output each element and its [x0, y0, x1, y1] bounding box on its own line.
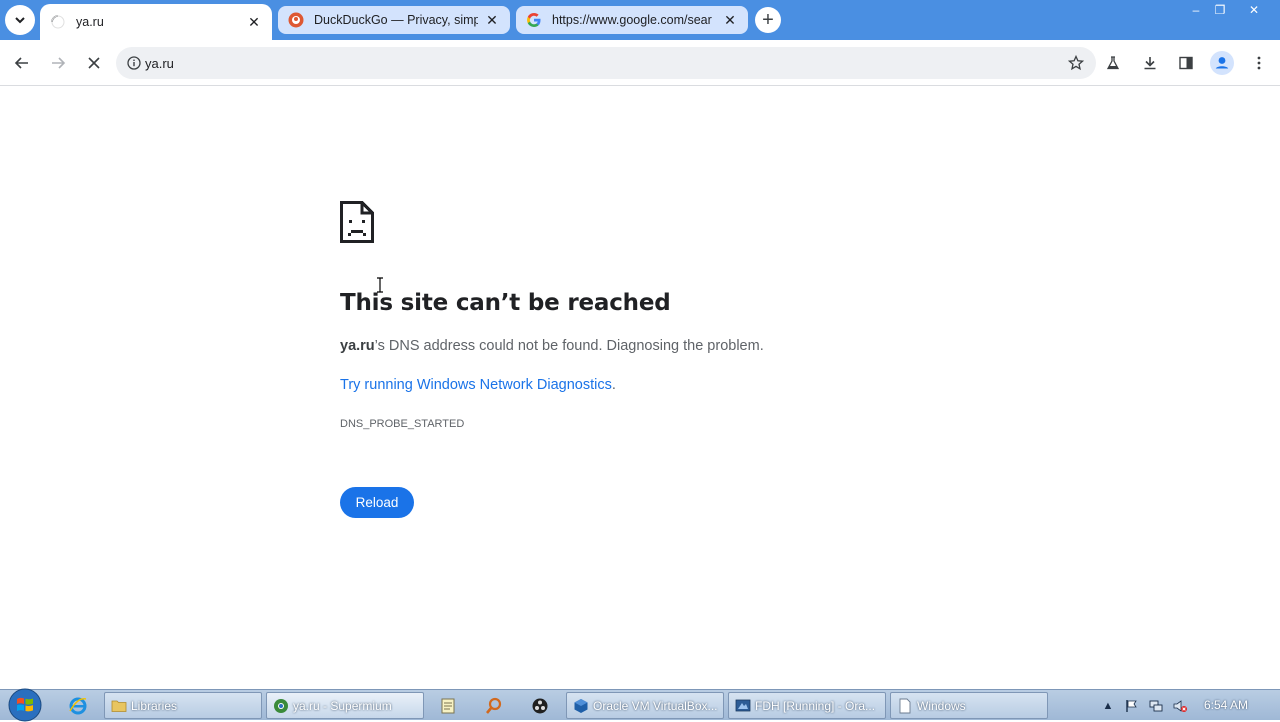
loading-spinner-icon: [50, 14, 66, 30]
taskbar-item-label: FDH [Running] - Ora...: [755, 698, 876, 713]
taskbar-item-fdh-vm[interactable]: FDH [Running] - Ora...: [728, 692, 886, 719]
arrow-left-icon: [14, 57, 28, 69]
error-description-text: ’s DNS address could not be found. Diagn…: [374, 338, 764, 354]
windows-taskbar: Libraries ya.ru - Supermium Oracle VM Vi…: [0, 688, 1280, 722]
taskbar-item-windows[interactable]: Windows: [890, 692, 1048, 719]
menu-button[interactable]: [1245, 49, 1273, 77]
document-icon: [899, 698, 911, 713]
search-tool-icon[interactable]: [482, 694, 506, 718]
tab-title: DuckDuckGo — Privacy, simpl: [314, 13, 478, 27]
taskbar-item-virtualbox[interactable]: Oracle VM VirtualBox...: [566, 692, 724, 719]
taskbar-item-label: Windows: [917, 698, 966, 713]
folder-icon: [111, 700, 127, 712]
avatar-icon: [1210, 51, 1234, 75]
star-icon: [1068, 55, 1084, 71]
taskbar-item-label: Libraries: [131, 698, 178, 713]
duckduckgo-icon: [288, 12, 304, 28]
network-diagnostics-link[interactable]: Try running Windows Network Diagnostics: [340, 377, 612, 393]
address-bar[interactable]: ya.ru: [116, 47, 1096, 79]
windows-logo-icon: [8, 688, 42, 722]
internet-explorer-icon[interactable]: [66, 694, 90, 718]
virtualbox-icon: [574, 698, 588, 713]
taskbar-item-supermium[interactable]: ya.ru - Supermium: [266, 692, 424, 719]
error-host: ya.ru: [340, 338, 375, 354]
taskbar-item-libraries[interactable]: Libraries: [104, 692, 262, 719]
action-center-flag-icon[interactable]: [1124, 698, 1140, 714]
supermium-icon: [274, 698, 288, 713]
forward-button[interactable]: [44, 49, 72, 77]
tab-search-button[interactable]: [5, 5, 35, 35]
arrow-right-icon: [52, 57, 66, 69]
side-panel-button[interactable]: [1172, 49, 1200, 77]
taskbar-clock[interactable]: 6:54 AM: [1204, 698, 1248, 712]
tab-strip: ya.ru ✕ DuckDuckGo — Privacy, simpl ✕ ht…: [0, 0, 1280, 40]
start-button[interactable]: [5, 688, 45, 722]
tab-close-icon[interactable]: ✕: [484, 12, 500, 28]
tab-active[interactable]: ya.ru ✕: [40, 4, 272, 40]
close-window-button[interactable]: ✕: [1240, 0, 1268, 20]
downloads-button[interactable]: [1136, 49, 1164, 77]
download-icon: [1144, 57, 1156, 70]
browser-toolbar: ya.ru: [0, 40, 1280, 86]
diagnostics-link-suffix: .: [611, 377, 616, 393]
show-hidden-icons-icon[interactable]: ▲: [1100, 698, 1116, 714]
vm-running-icon: [735, 699, 751, 711]
info-icon[interactable]: [126, 55, 142, 71]
error-code: DNS_PROBE_STARTED: [340, 418, 465, 430]
side-panel-icon: [1179, 56, 1193, 70]
bookmark-button[interactable]: [1062, 49, 1090, 77]
restore-button[interactable]: ❐: [1206, 0, 1234, 20]
tab-close-icon[interactable]: ✕: [246, 14, 262, 30]
labs-button[interactable]: [1099, 49, 1127, 77]
back-button[interactable]: [8, 49, 36, 77]
tab-title: ya.ru: [76, 15, 104, 29]
new-tab-button[interactable]: +: [755, 7, 781, 33]
diagnostics-line: Try running Windows Network Diagnostics.: [340, 377, 616, 393]
network-icon[interactable]: [1148, 698, 1164, 714]
error-description: ya.ru’s DNS address could not be found. …: [340, 338, 764, 354]
flask-icon: [1106, 56, 1120, 70]
volume-muted-icon[interactable]: [1172, 698, 1188, 714]
google-icon: [526, 12, 542, 28]
address-text: ya.ru: [145, 55, 174, 71]
more-vertical-icon: [1257, 56, 1261, 70]
sad-page-icon: [340, 201, 374, 243]
taskbar-item-label: ya.ru - Supermium: [293, 698, 392, 713]
reload-button[interactable]: Reload: [340, 487, 414, 518]
error-title: This site can’t be reached: [340, 290, 671, 316]
stop-loading-button[interactable]: [80, 49, 108, 77]
tab-close-icon[interactable]: ✕: [722, 12, 738, 28]
taskbar-item-label: Oracle VM VirtualBox...: [593, 698, 718, 713]
chevron-down-icon: [15, 17, 25, 24]
system-tray: ▲: [1096, 690, 1280, 721]
close-icon: [88, 57, 100, 69]
profile-button[interactable]: [1208, 49, 1236, 77]
notepad-icon[interactable]: [436, 694, 460, 718]
obs-icon[interactable]: [528, 694, 552, 718]
tab-title: https://www.google.com/sear: [552, 13, 712, 27]
tab-duckduckgo[interactable]: DuckDuckGo — Privacy, simpl ✕: [278, 6, 510, 34]
tab-google[interactable]: https://www.google.com/sear ✕: [516, 6, 748, 34]
